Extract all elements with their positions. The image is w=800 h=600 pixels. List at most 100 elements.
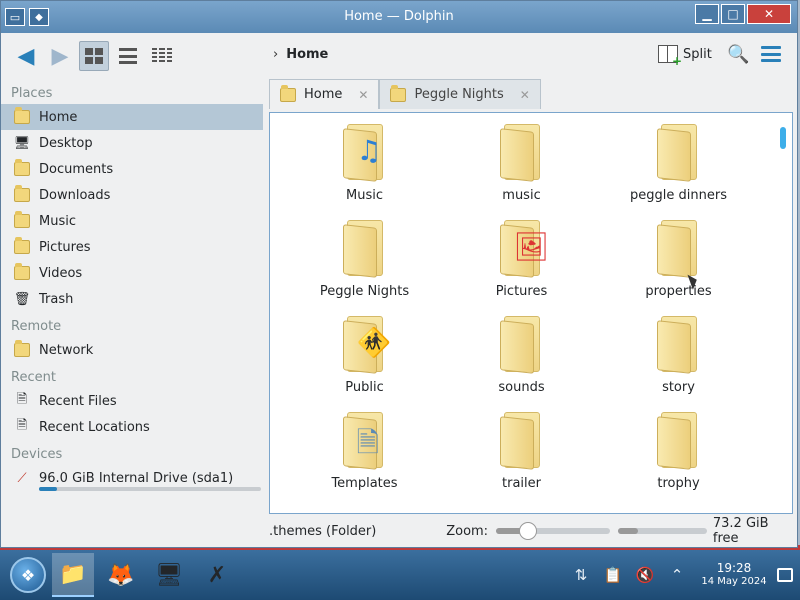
folder-icon bbox=[656, 124, 701, 182]
icons-view-icon bbox=[85, 48, 103, 64]
file-item[interactable]: 🗎 Templates bbox=[286, 401, 443, 497]
minimize-button[interactable]: ▁ bbox=[695, 4, 719, 24]
folder-icon bbox=[390, 84, 407, 102]
places-item-music[interactable]: Music bbox=[1, 208, 263, 234]
breadcrumb-chevron-icon: › bbox=[273, 47, 279, 62]
status-text: .themes (Folder) bbox=[269, 523, 377, 539]
forward-button[interactable]: ▶ bbox=[45, 41, 75, 71]
network-folder-icon bbox=[13, 340, 31, 359]
places-item-label: Documents bbox=[39, 161, 114, 177]
file-item[interactable]: Peggle Nights bbox=[286, 209, 443, 305]
show-desktop-icon bbox=[777, 568, 793, 582]
file-item[interactable]: peggle dinners bbox=[600, 113, 757, 209]
file-item[interactable]: ♫ Music bbox=[286, 113, 443, 209]
icons-view-button[interactable] bbox=[79, 41, 109, 71]
file-item[interactable] bbox=[443, 497, 600, 513]
pictures-folder-icon bbox=[13, 237, 31, 256]
split-view-icon bbox=[658, 45, 682, 68]
places-item-recent-files[interactable]: 🗎 Recent Files bbox=[1, 388, 263, 414]
close-button[interactable]: ✕ bbox=[747, 4, 791, 24]
hamburger-menu-button[interactable] bbox=[761, 46, 781, 62]
file-name: music bbox=[502, 188, 541, 203]
file-item[interactable]: sounds bbox=[443, 305, 600, 401]
vertical-scrollbar[interactable] bbox=[780, 127, 786, 149]
free-space-bar bbox=[618, 528, 707, 534]
clock-time: 19:28 bbox=[716, 561, 752, 575]
file-item[interactable] bbox=[600, 497, 757, 513]
split-button[interactable]: Split bbox=[658, 45, 712, 68]
places-item-home[interactable]: Home bbox=[1, 104, 263, 130]
file-item[interactable]: 🖼 Pictures bbox=[443, 209, 600, 305]
zoom-slider-handle[interactable] bbox=[519, 522, 538, 540]
back-button[interactable]: ◀ bbox=[11, 41, 41, 71]
file-item[interactable] bbox=[286, 497, 443, 513]
tab-close-icon[interactable]: ✕ bbox=[358, 88, 368, 102]
file-view[interactable]: ♫ Music music peggle dinners Peggle Nights 🖼 P… bbox=[269, 112, 793, 514]
network-icon[interactable]: ⇅ bbox=[568, 562, 594, 588]
volume-muted-icon[interactable]: 🔇 bbox=[632, 562, 658, 588]
file-item[interactable]: properties bbox=[600, 209, 757, 305]
file-item[interactable]: trophy bbox=[600, 401, 757, 497]
file-name: peggle dinners bbox=[630, 188, 727, 203]
clipboard-icon[interactable]: 📋 bbox=[600, 562, 626, 588]
taskbar-x-app[interactable]: ✗ bbox=[196, 553, 238, 597]
places-item-videos[interactable]: Videos bbox=[1, 260, 263, 286]
zoom-slider[interactable] bbox=[496, 522, 611, 540]
tab-home[interactable]: Home ✕ bbox=[269, 79, 380, 109]
places-section-header: Devices bbox=[11, 447, 63, 462]
arrow-left-icon: ◀ bbox=[17, 43, 35, 69]
breadcrumb-home[interactable]: Home bbox=[286, 47, 328, 62]
file-name: story bbox=[662, 380, 695, 395]
file-item[interactable]: trailer bbox=[443, 401, 600, 497]
folder-icon bbox=[656, 220, 701, 278]
tab-close-icon[interactable]: ✕ bbox=[520, 88, 530, 102]
places-panel: Places Home 🖥 Desktop Documents Downloads Musi… bbox=[1, 79, 265, 511]
maximize-button[interactable]: □ bbox=[721, 4, 745, 24]
folder-icon bbox=[656, 412, 701, 470]
show-desktop-button[interactable] bbox=[770, 550, 800, 600]
folder-icon: 🖼 bbox=[499, 220, 549, 278]
places-item-desktop[interactable]: 🖥 Desktop bbox=[1, 130, 263, 156]
search-button[interactable]: 🔍 bbox=[727, 44, 749, 65]
free-space-fill bbox=[618, 528, 638, 534]
start-menu-button[interactable]: ❖ bbox=[10, 557, 46, 593]
tab-peggle-nights[interactable]: Peggle Nights ✕ bbox=[379, 79, 541, 109]
places-item-recent-locations[interactable]: 🗎 Recent Locations bbox=[1, 414, 263, 440]
title-bar[interactable]: ▭ ◆ Home — Dolphin ▁ □ ✕ bbox=[1, 1, 797, 33]
drive-usage-bar bbox=[39, 487, 261, 491]
desktop-icon: 🖥 bbox=[13, 135, 31, 151]
file-item[interactable]: music bbox=[443, 113, 600, 209]
places-item-documents[interactable]: Documents bbox=[1, 156, 263, 182]
window-title: Home — Dolphin bbox=[344, 9, 454, 24]
file-name: properties bbox=[645, 284, 712, 299]
folder-emblem-icon: 🗎 bbox=[356, 426, 380, 459]
taskbar-dolphin[interactable]: 📁 bbox=[52, 553, 94, 597]
folder-icon bbox=[499, 316, 544, 374]
recent-locations-icon: 🗎 bbox=[16, 418, 28, 433]
places-item-network[interactable]: Network bbox=[1, 337, 263, 363]
taskbar-firefox[interactable]: 🦊 bbox=[100, 553, 142, 597]
file-item[interactable]: story bbox=[600, 305, 757, 401]
folder-emblem-icon: 🚸 bbox=[356, 326, 392, 359]
folder-icon: ♫ bbox=[342, 124, 387, 182]
firefox-icon: 🦊 bbox=[107, 562, 135, 588]
details-view-button[interactable] bbox=[147, 41, 177, 71]
compact-view-icon bbox=[119, 48, 137, 64]
clock[interactable]: 19:28 14 May 2024 bbox=[698, 562, 770, 588]
places-item-downloads[interactable]: Downloads bbox=[1, 182, 263, 208]
file-name: trophy bbox=[657, 476, 700, 491]
places-item-label: Recent Locations bbox=[39, 419, 150, 435]
trash-icon: 🗑 bbox=[13, 291, 31, 307]
tab-label: Home bbox=[304, 87, 343, 102]
places-item-label: Trash bbox=[39, 291, 74, 307]
places-item-trash[interactable]: 🗑 Trash bbox=[1, 286, 263, 312]
videos-folder-icon bbox=[13, 263, 31, 282]
places-item-pictures[interactable]: Pictures bbox=[1, 234, 263, 260]
file-item[interactable]: 🚸 Public bbox=[286, 305, 443, 401]
breadcrumb[interactable]: › Home bbox=[273, 47, 328, 62]
places-item-label: Network bbox=[39, 342, 94, 358]
compact-view-button[interactable] bbox=[113, 41, 143, 71]
chevron-up-icon[interactable]: ⌃ bbox=[664, 562, 690, 588]
folder-icon bbox=[656, 316, 701, 374]
taskbar-system-settings[interactable]: 🖥 bbox=[148, 553, 190, 597]
